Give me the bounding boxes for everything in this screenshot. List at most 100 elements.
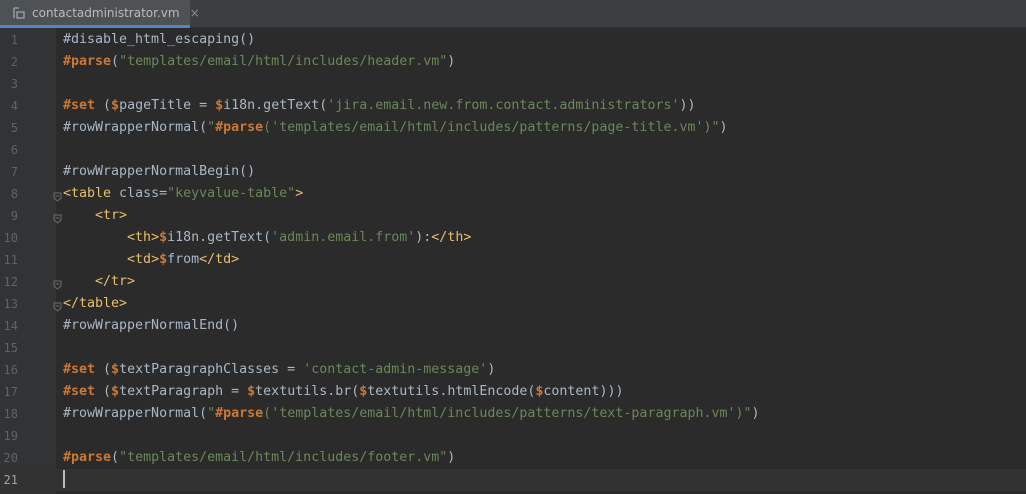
file-tab-label: contactadministrator.vm xyxy=(32,5,180,20)
file-tab[interactable]: contactadministrator.vm × xyxy=(0,0,200,28)
line-number: 12 xyxy=(3,275,18,289)
code-line[interactable]: 8 <table class="keyvalue-table"> xyxy=(0,183,1026,205)
code-token: $ xyxy=(159,252,168,267)
line-number: 2 xyxy=(10,55,18,69)
code-token: 'admin.email.from' xyxy=(271,230,416,245)
code-token: #disable_html_escaping() xyxy=(63,32,256,47)
line-number: 21 xyxy=(3,473,18,487)
code-token: class= xyxy=(111,186,168,201)
code-token: </tr> xyxy=(95,274,136,289)
line-number: 19 xyxy=(3,429,18,443)
code-token: )) xyxy=(679,98,696,113)
code-editor[interactable]: 1 #disable_html_escaping() 2 #parse("templa… xyxy=(0,28,1026,494)
code-line[interactable]: 2 #parse("templates/email/html/includes/h… xyxy=(0,51,1026,73)
code-line[interactable]: 18 #rowWrapperNormal("#parse('templates/e… xyxy=(0,403,1026,425)
code-token: #parse xyxy=(215,120,264,135)
code-token: " xyxy=(207,406,216,421)
line-number: 15 xyxy=(3,341,18,355)
code-token: <tr> xyxy=(95,208,128,223)
code-line[interactable]: 19 xyxy=(0,425,1026,447)
code-token: textParagraph = xyxy=(119,384,248,399)
code-line[interactable]: 6 xyxy=(0,139,1026,161)
code-token: )" xyxy=(735,406,752,421)
code-line[interactable]: 9 <tr> xyxy=(0,205,1026,227)
line-number: 13 xyxy=(3,297,18,311)
line-number: 16 xyxy=(3,363,18,377)
code-line[interactable]: 17 #set ($textParagraph = $textutils.br($… xyxy=(0,381,1026,403)
code-line[interactable]: 1 #disable_html_escaping() xyxy=(0,29,1026,51)
close-tab-icon[interactable]: × xyxy=(190,6,200,20)
code-token: pageTitle = xyxy=(119,98,216,113)
line-number: 11 xyxy=(3,253,18,267)
code-token: i18n.getText( xyxy=(223,98,328,113)
line-code: <tr> xyxy=(63,205,127,227)
line-code: #set ($textParagraphClasses = 'contact-a… xyxy=(63,359,495,381)
code-line[interactable]: 16 #set ($textParagraphClasses = 'contact… xyxy=(0,359,1026,381)
velocity-file-icon xyxy=(12,6,26,20)
line-code: #rowWrapperNormalEnd() xyxy=(63,315,239,337)
fold-marker-icon[interactable] xyxy=(53,299,62,312)
code-token: content))) xyxy=(543,384,624,399)
code-token: ) xyxy=(751,406,760,421)
line-code: #set ($pageTitle = $i18n.getText('jira.e… xyxy=(63,95,696,117)
code-token: $ xyxy=(111,384,120,399)
line-number: 17 xyxy=(3,385,18,399)
fold-marker-icon[interactable] xyxy=(53,211,62,224)
line-number: 18 xyxy=(3,407,18,421)
code-token: ) xyxy=(447,450,456,465)
line-code: </tr> xyxy=(63,271,135,293)
code-token: #set xyxy=(63,98,96,113)
code-line[interactable]: 14 #rowWrapperNormalEnd() xyxy=(0,315,1026,337)
line-number: 20 xyxy=(3,451,18,465)
line-code: #rowWrapperNormal("#parse('templates/ema… xyxy=(63,117,728,139)
code-token: 'contact-admin-message' xyxy=(303,362,488,377)
code-token: #rowWrapperNormalEnd() xyxy=(63,318,240,333)
line-number: 8 xyxy=(10,187,18,201)
code-line[interactable]: 5 #rowWrapperNormal("#parse('templates/em… xyxy=(0,117,1026,139)
line-code: #parse("templates/email/html/includes/fo… xyxy=(63,447,455,469)
line-number: 7 xyxy=(10,165,18,179)
code-line[interactable]: 20 #parse("templates/email/html/includes/… xyxy=(0,447,1026,469)
code-token: ) xyxy=(719,120,728,135)
code-token: )" xyxy=(703,120,720,135)
line-number: 1 xyxy=(10,33,18,47)
code-line[interactable]: 11 <td>$from</td> xyxy=(0,249,1026,271)
code-token: #parse xyxy=(215,406,264,421)
code-line[interactable]: 21 xyxy=(0,469,1026,491)
code-token: #rowWrapperNormalBegin() xyxy=(63,164,256,179)
code-token: #set xyxy=(63,384,96,399)
line-code: </table> xyxy=(63,293,127,315)
line-number: 9 xyxy=(10,209,18,223)
fold-marker-icon[interactable] xyxy=(53,277,62,290)
code-token: #rowWrapperNormal( xyxy=(63,120,208,135)
code-token: ) xyxy=(447,54,456,69)
code-token: "templates/email/html/includes/header.vm… xyxy=(119,54,448,69)
code-token: ( xyxy=(95,98,112,113)
code-line[interactable]: 10 <th>$i18n.getText('admin.email.from')… xyxy=(0,227,1026,249)
code-token: $ xyxy=(247,384,256,399)
line-number: 10 xyxy=(3,231,18,245)
code-token: from xyxy=(167,252,200,267)
code-token: #parse xyxy=(63,450,112,465)
code-token: ( xyxy=(111,450,120,465)
code-line[interactable]: 4 #set ($pageTitle = $i18n.getText('jira.… xyxy=(0,95,1026,117)
code-line[interactable]: 12 </tr> xyxy=(0,271,1026,293)
code-token: ( xyxy=(95,384,112,399)
line-number: 5 xyxy=(10,121,18,135)
code-token: 'templates/email/html/includes/patterns/… xyxy=(271,406,736,421)
code-line[interactable]: 7 #rowWrapperNormalBegin() xyxy=(0,161,1026,183)
code-token: " xyxy=(207,120,216,135)
code-token: <table xyxy=(63,186,112,201)
code-line[interactable]: 13 </table> xyxy=(0,293,1026,315)
code-token: $ xyxy=(111,362,120,377)
code-token: </td> xyxy=(199,252,240,267)
code-line[interactable]: 3 xyxy=(0,73,1026,95)
fold-marker-icon[interactable] xyxy=(53,189,62,202)
code-line[interactable]: 15 xyxy=(0,337,1026,359)
line-code xyxy=(63,469,65,491)
code-token: ( xyxy=(111,54,120,69)
line-code: <table class="keyvalue-table"> xyxy=(63,183,303,205)
